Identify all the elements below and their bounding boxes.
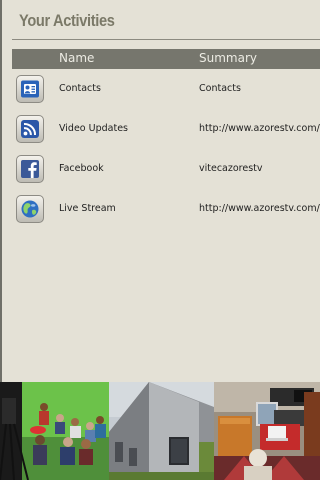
table-header: Name Summary bbox=[12, 49, 320, 69]
office-photo bbox=[214, 382, 320, 480]
activity-summary: vitecazorestv bbox=[199, 163, 263, 174]
name-column-header: Name bbox=[59, 51, 95, 65]
globe-icon bbox=[16, 195, 44, 223]
activity-row-facebook[interactable]: Facebook vitecazorestv bbox=[12, 151, 320, 191]
activity-summary: http://www.azorestv.com/rss bbox=[199, 123, 320, 134]
page-title: Your Activities bbox=[19, 11, 115, 30]
activity-name: Live Stream bbox=[59, 203, 116, 214]
left-border bbox=[0, 0, 2, 382]
activity-row-video-updates[interactable]: Video Updates http://www.azorestv.com/rs… bbox=[12, 111, 320, 151]
title-divider bbox=[12, 39, 320, 40]
photo-strip bbox=[0, 382, 320, 480]
activity-name: Facebook bbox=[59, 163, 104, 174]
contacts-icon bbox=[16, 75, 44, 103]
building-photo bbox=[109, 382, 214, 480]
activity-name: Contacts bbox=[59, 83, 101, 94]
activity-row-live-stream[interactable]: Live Stream http://www.azorestv.com/ind bbox=[12, 191, 320, 231]
activity-name: Video Updates bbox=[59, 123, 128, 134]
facebook-icon bbox=[16, 155, 44, 183]
activity-summary: http://www.azorestv.com/ind bbox=[199, 203, 320, 214]
tv-studio-photo bbox=[0, 382, 109, 480]
app-screen: Your Activities Name Summary Contacts Co… bbox=[0, 0, 320, 480]
activity-summary: Contacts bbox=[199, 83, 241, 94]
summary-column-header: Summary bbox=[199, 51, 257, 65]
rss-icon bbox=[16, 115, 44, 143]
activity-row-contacts[interactable]: Contacts Contacts bbox=[12, 71, 320, 111]
